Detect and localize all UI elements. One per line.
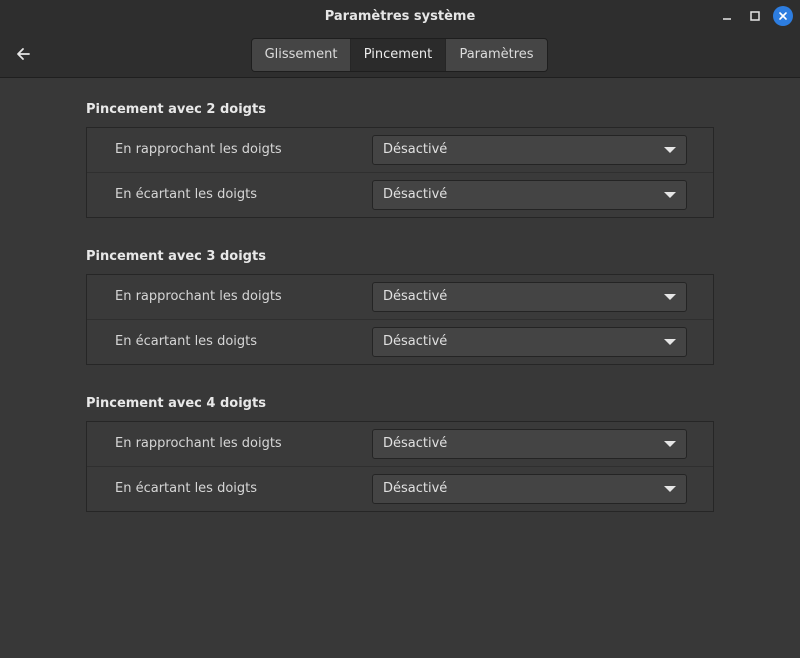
pinch-out-3-dropdown[interactable]: Désactivé [372, 327, 687, 357]
section-title-2-fingers: Pincement avec 2 doigts [86, 102, 266, 117]
close-button[interactable] [773, 6, 793, 26]
headerbar: Paramètres système Glissement Pincement … [0, 0, 800, 78]
dropdown-value: Désactivé [383, 334, 448, 349]
dropdown-value: Désactivé [383, 187, 448, 202]
row-label: En rapprochant les doigts [115, 142, 282, 157]
triangle-down-icon [664, 147, 676, 153]
row-label: En écartant les doigts [115, 334, 258, 349]
settings-row: En rapprochant les doigts Désactivé [87, 422, 713, 466]
section-title-3-fingers: Pincement avec 3 doigts [86, 249, 266, 264]
triangle-down-icon [664, 294, 676, 300]
settings-row: En rapprochant les doigts Désactivé [87, 275, 713, 319]
settings-row: En écartant les doigts Désactivé [87, 320, 713, 364]
minimize-icon [723, 18, 731, 20]
window-title: Paramètres système [324, 9, 476, 24]
row-label: En rapprochant les doigts [115, 289, 282, 304]
pinch-out-4-dropdown[interactable]: Désactivé [372, 474, 687, 504]
tab-pincement[interactable]: Pincement [350, 39, 445, 71]
triangle-down-icon [664, 486, 676, 492]
maximize-button[interactable] [745, 6, 765, 26]
pinch-in-4-dropdown[interactable]: Désactivé [372, 429, 687, 459]
dropdown-value: Désactivé [383, 289, 448, 304]
arrow-left-icon [17, 48, 30, 60]
triangle-down-icon [664, 192, 676, 198]
triangle-down-icon [664, 441, 676, 447]
settings-row: En rapprochant les doigts Désactivé [87, 128, 713, 172]
section-frame-3-fingers: En rapprochant les doigts Désactivé En é… [86, 274, 714, 365]
back-button[interactable] [8, 40, 38, 68]
section-frame-4-fingers: En rapprochant les doigts Désactivé En é… [86, 421, 714, 512]
close-icon [779, 12, 787, 20]
tab-switcher: Glissement Pincement Paramètres [251, 38, 548, 72]
row-label: En écartant les doigts [115, 187, 258, 202]
tab-parametres[interactable]: Paramètres [445, 39, 547, 71]
section-title-4-fingers: Pincement avec 4 doigts [86, 396, 266, 411]
pinch-in-3-dropdown[interactable]: Désactivé [372, 282, 687, 312]
row-label: En rapprochant les doigts [115, 436, 282, 451]
dropdown-value: Désactivé [383, 142, 448, 157]
row-label: En écartant les doigts [115, 481, 258, 496]
dropdown-value: Désactivé [383, 436, 448, 451]
pinch-in-2-dropdown[interactable]: Désactivé [372, 135, 687, 165]
settings-row: En écartant les doigts Désactivé [87, 173, 713, 217]
triangle-down-icon [664, 339, 676, 345]
section-frame-2-fingers: En rapprochant les doigts Désactivé En é… [86, 127, 714, 218]
maximize-icon [750, 11, 760, 21]
dropdown-value: Désactivé [383, 481, 448, 496]
minimize-button[interactable] [717, 6, 737, 26]
pinch-out-2-dropdown[interactable]: Désactivé [372, 180, 687, 210]
settings-window: Paramètres système Glissement Pincement … [0, 0, 800, 658]
tab-glissement[interactable]: Glissement [252, 39, 350, 71]
settings-row: En écartant les doigts Désactivé [87, 467, 713, 511]
